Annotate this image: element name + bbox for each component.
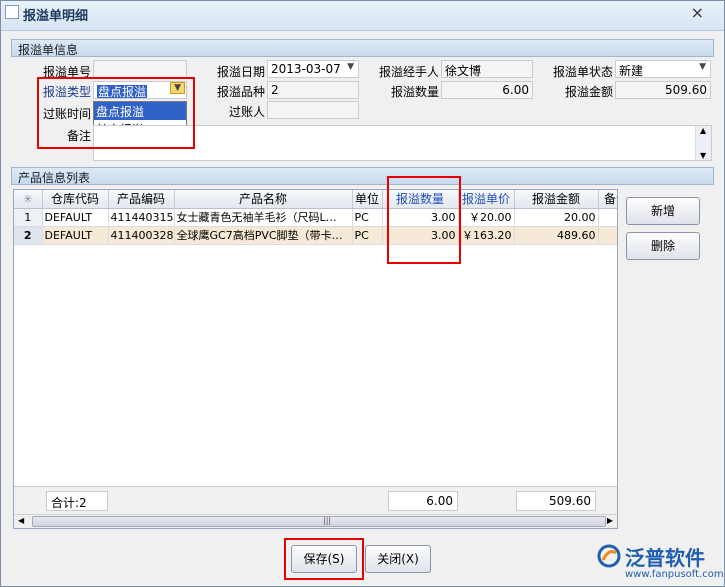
cell-name[interactable]: 全球鹰GC7高档PVC脚垫（带卡… <box>174 226 353 245</box>
cell-unit[interactable]: PC <box>352 208 383 227</box>
add-row-button[interactable]: 新增 <box>626 197 700 225</box>
date-value: 2013-03-07 <box>271 62 341 76</box>
cell-remark[interactable] <box>598 208 617 227</box>
title-bar: 报溢单明细 × <box>1 1 724 31</box>
cell-code[interactable]: 4114003280 <box>108 226 175 245</box>
poster-label: 过账人 <box>228 105 265 119</box>
cell-price[interactable]: ￥20.00 <box>458 208 515 227</box>
table-row[interactable]: 1 DEFAULT 4114403150 女士藏青色无袖羊毛衫（尺码L… PC … <box>14 208 617 227</box>
remark-label: 备注 <box>66 129 91 143</box>
close-button[interactable]: 关闭(X) <box>365 545 431 573</box>
cell-code[interactable]: 4114403150 <box>108 208 175 227</box>
close-window-icon[interactable]: × <box>691 3 704 22</box>
type-selected-value: 盘点报溢 <box>97 85 148 99</box>
info-section-header: 报溢单信息 <box>11 39 714 57</box>
amount-field[interactable]: 509.60 <box>615 81 711 99</box>
grid-header-amount[interactable]: 报溢金额 <box>514 190 599 209</box>
kinds-label: 报溢品种 <box>216 85 265 99</box>
kinds-field[interactable]: 2 <box>267 81 359 99</box>
post-time-label: 过账时间 <box>42 107 91 121</box>
cell-amount[interactable]: 489.60 <box>514 226 599 245</box>
type-label: 报溢类型 <box>42 85 91 99</box>
row-number: 2 <box>14 226 43 245</box>
footer-total-amount: 509.60 <box>516 491 596 511</box>
type-select[interactable]: 盘点报溢 ▼ <box>93 81 187 99</box>
scroll-up-icon[interactable]: ▲ <box>700 126 706 135</box>
remark-scrollbar[interactable]: ▲ ▼ <box>695 126 711 160</box>
chevron-down-icon[interactable]: ▼ <box>347 62 354 72</box>
type-option-stocktake[interactable]: 盘点报溢 <box>94 102 186 120</box>
scroll-right-icon[interactable]: ▶ <box>607 516 613 525</box>
grid-horizontal-scrollbar[interactable]: ◀ ||| ▶ <box>14 514 617 528</box>
footer-total-qty: 6.00 <box>388 491 458 511</box>
scroll-grip-icon: ||| <box>323 516 332 525</box>
scroll-down-icon[interactable]: ▼ <box>700 151 706 160</box>
handler-field[interactable]: 徐文博 <box>441 60 533 78</box>
grid-footer: 合计:2 6.00 509.60 <box>14 486 617 514</box>
cell-qty[interactable]: 3.00 <box>382 208 459 227</box>
list-section-title: 产品信息列表 <box>18 171 91 185</box>
amount-label: 报溢金额 <box>564 85 613 99</box>
grid-header-code[interactable]: 产品编码 <box>108 190 175 209</box>
qty-label: 报溢数量 <box>390 85 439 99</box>
row-number: 1 <box>14 208 43 227</box>
logo-url: www.fanpusoft.com <box>625 569 724 580</box>
status-value: 新建 <box>619 64 644 78</box>
status-label: 报溢单状态 <box>552 65 613 79</box>
cell-unit[interactable]: PC <box>352 226 383 245</box>
cell-warehouse[interactable]: DEFAULT <box>42 226 109 245</box>
qty-field[interactable]: 6.00 <box>441 81 533 99</box>
window-title: 报溢单明细 <box>23 9 89 24</box>
save-button[interactable]: 保存(S) <box>291 545 357 573</box>
cell-name[interactable]: 女士藏青色无袖羊毛衫（尺码L… <box>174 208 353 227</box>
handler-label: 报溢经手人 <box>378 65 439 79</box>
table-row[interactable]: 2 DEFAULT 4114003280 全球鹰GC7高档PVC脚垫（带卡… P… <box>14 226 617 245</box>
fanpusoft-logo: 泛普软件 www.fanpusoft.com <box>597 542 724 584</box>
chevron-down-icon[interactable]: ▼ <box>699 62 706 72</box>
poster-field[interactable] <box>267 101 359 119</box>
remark-textarea[interactable]: ▲ ▼ <box>93 125 712 161</box>
cell-warehouse[interactable]: DEFAULT <box>42 208 109 227</box>
info-section-title: 报溢单信息 <box>18 43 79 57</box>
grid-header-warehouse[interactable]: 仓库代码 <box>42 190 109 209</box>
date-label: 报溢日期 <box>216 65 265 79</box>
status-select[interactable]: 新建 ▼ <box>615 60 711 78</box>
app-icon <box>5 5 19 19</box>
cell-amount[interactable]: 20.00 <box>514 208 599 227</box>
grid-header-qty[interactable]: 报溢数量 <box>382 190 459 209</box>
order-no-field[interactable] <box>93 60 187 78</box>
product-grid: ✳ 仓库代码 产品编码 产品名称 单位 报溢数量 报溢单价 报溢金额 备注 1 … <box>13 189 618 529</box>
scroll-left-icon[interactable]: ◀ <box>18 516 24 525</box>
order-no-label: 报溢单号 <box>42 65 91 79</box>
list-section-header: 产品信息列表 <box>11 167 714 185</box>
logo-mark-icon <box>597 544 621 568</box>
grid-header-marker[interactable]: ✳ <box>14 190 43 209</box>
cell-remark[interactable] <box>598 226 617 245</box>
delete-row-button[interactable]: 删除 <box>626 232 700 260</box>
footer-total-count: 合计:2 <box>46 491 108 511</box>
grid-header-price[interactable]: 报溢单价 <box>458 190 515 209</box>
order-detail-window: 报溢单明细 × 报溢单信息 报溢单号 报溢类型 盘点报溢 ▼ 盘点报溢 其它报溢… <box>0 0 725 587</box>
grid-header-unit[interactable]: 单位 <box>352 190 383 209</box>
date-picker[interactable]: 2013-03-07 ▼ <box>267 60 359 78</box>
grid-header-remark[interactable]: 备注 <box>598 190 617 209</box>
chevron-down-icon[interactable]: ▼ <box>170 82 185 94</box>
logo-name: 泛普软件 <box>625 546 705 570</box>
cell-price[interactable]: ￥163.20 <box>458 226 515 245</box>
cell-qty[interactable]: 3.00 <box>382 226 459 245</box>
scroll-thumb[interactable]: ||| <box>32 516 606 527</box>
grid-header-name[interactable]: 产品名称 <box>174 190 353 209</box>
